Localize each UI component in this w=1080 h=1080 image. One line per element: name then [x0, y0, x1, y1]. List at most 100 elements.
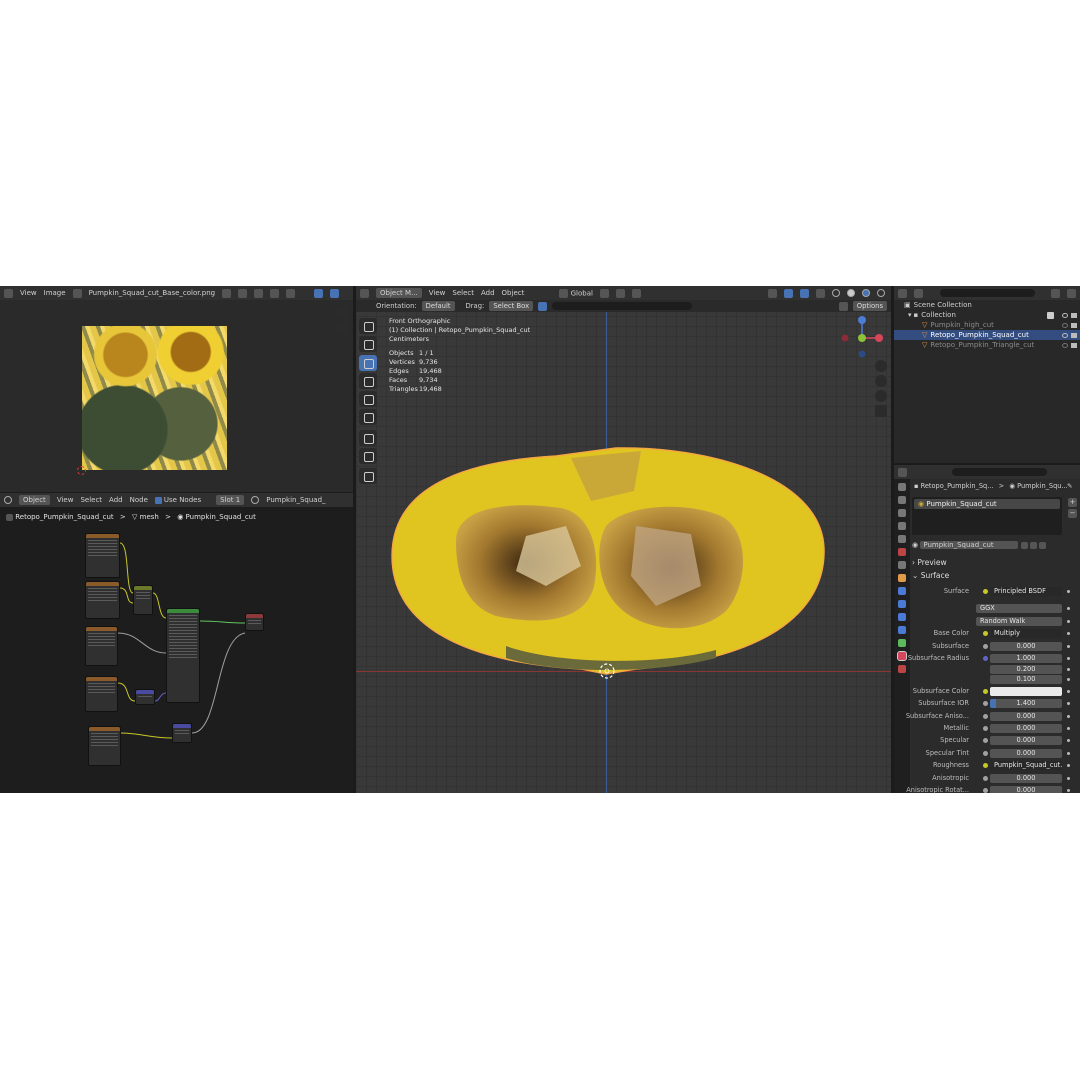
eye-icon[interactable]: [1062, 312, 1068, 318]
view-layer-tab-icon[interactable]: [898, 522, 906, 530]
keyframe-dot-icon[interactable]: [1067, 607, 1070, 610]
property-number-field[interactable]: 0.000: [990, 774, 1062, 783]
property-dropdown[interactable]: Multiply: [990, 629, 1062, 638]
scene-tab-icon[interactable]: [898, 535, 906, 543]
image-name[interactable]: Pumpkin_Squad_cut_Base_color.png: [89, 289, 216, 297]
socket-icon[interactable]: [983, 738, 988, 743]
image-texture-node[interactable]: [85, 626, 118, 666]
cursor-2d-icon[interactable]: [77, 466, 86, 475]
eye-closed-icon[interactable]: [1062, 322, 1068, 328]
camera-icon[interactable]: [1071, 322, 1077, 328]
pumpkin-mesh[interactable]: [356, 286, 891, 793]
property-number-field[interactable]: 0.000: [990, 749, 1062, 758]
navigation-gizmo[interactable]: [837, 314, 887, 364]
keyframe-dot-icon[interactable]: [1067, 702, 1070, 705]
image-browse-icon[interactable]: [72, 288, 82, 298]
editor-type-icon[interactable]: [4, 288, 13, 298]
outliner-object-row[interactable]: ▽ Pumpkin_high_cut: [894, 320, 1080, 330]
menu-image[interactable]: Image: [44, 289, 66, 297]
outliner-search-field[interactable]: [940, 289, 1035, 297]
fake-user-icon[interactable]: [222, 288, 232, 298]
tool-tab-icon[interactable]: [898, 483, 906, 491]
socket-icon[interactable]: [983, 788, 988, 793]
material-output-node[interactable]: [245, 613, 264, 631]
keyframe-dot-icon[interactable]: [1067, 590, 1070, 593]
uv-sync-icon[interactable]: [314, 288, 323, 298]
keyframe-dot-icon[interactable]: [1067, 739, 1070, 742]
socket-icon[interactable]: [983, 644, 988, 649]
duplicate-icon[interactable]: [1029, 541, 1037, 549]
close-icon[interactable]: [270, 288, 280, 298]
keyframe-dot-icon[interactable]: [1067, 620, 1070, 623]
properties-search-field[interactable]: [952, 468, 1047, 476]
property-number-field[interactable]: 0.000: [990, 712, 1062, 721]
socket-icon[interactable]: [983, 763, 988, 768]
property-number-field[interactable]: 0.000: [990, 642, 1062, 651]
camera-icon[interactable]: [1071, 332, 1077, 338]
socket-icon[interactable]: [983, 689, 988, 694]
pin-icon[interactable]: ✎: [1067, 482, 1073, 490]
property-dropdown[interactable]: Principled BSDF: [990, 587, 1062, 596]
surface-panel-header[interactable]: ⌄ Surface: [912, 571, 949, 580]
output-tab-icon[interactable]: [898, 509, 906, 517]
principled-bsdf-node[interactable]: [166, 608, 200, 703]
camera-icon[interactable]: [1071, 342, 1077, 348]
material-slot-item[interactable]: ◉ Pumpkin_Squad_cut: [914, 499, 1060, 509]
keyframe-dot-icon[interactable]: [1067, 764, 1070, 767]
property-dropdown[interactable]: Random Walk: [976, 617, 1062, 626]
normal-map-node[interactable]: [135, 689, 155, 705]
keyframe-dot-icon[interactable]: [1067, 678, 1070, 681]
add-slot-button[interactable]: +: [1068, 498, 1077, 507]
collection-tab-icon[interactable]: [898, 561, 906, 569]
zoom-icon[interactable]: [875, 360, 887, 372]
mix-node[interactable]: [133, 585, 153, 615]
outliner-object-row[interactable]: ▽ Retopo_Pumpkin_Triangle_cut: [894, 340, 1080, 350]
image-texture-node[interactable]: [85, 533, 120, 578]
pin-icon[interactable]: [286, 288, 296, 298]
property-dropdown[interactable]: Pumpkin_Squad_cut...: [990, 761, 1062, 770]
object-tab-icon[interactable]: [898, 574, 906, 582]
material-browse-icon[interactable]: ◉: [912, 541, 918, 549]
bump-node[interactable]: [172, 723, 192, 743]
property-number-field[interactable]: 1.400: [990, 699, 1062, 708]
socket-icon[interactable]: [983, 701, 988, 706]
property-number-field[interactable]: 0.100: [990, 675, 1062, 684]
eye-icon[interactable]: [1062, 332, 1068, 338]
preview-panel-header[interactable]: › Preview: [912, 558, 947, 567]
image-texture-node[interactable]: [85, 581, 120, 619]
keyframe-dot-icon[interactable]: [1067, 777, 1070, 780]
keyframe-dot-icon[interactable]: [1067, 690, 1070, 693]
material-name-field[interactable]: Pumpkin_Squad_cut: [920, 541, 1019, 549]
keyframe-dot-icon[interactable]: [1067, 752, 1070, 755]
keyframe-dot-icon[interactable]: [1067, 727, 1070, 730]
zoom-icon[interactable]: [337, 306, 349, 318]
keyframe-dot-icon[interactable]: [1067, 668, 1070, 671]
editor-type-icon[interactable]: [898, 288, 907, 298]
socket-icon[interactable]: [983, 631, 988, 636]
fake-user-icon[interactable]: [1020, 541, 1028, 549]
socket-icon[interactable]: [983, 589, 988, 594]
color-swatch[interactable]: [990, 687, 1062, 696]
filter-icon[interactable]: [1051, 288, 1060, 298]
property-number-field[interactable]: 0.000: [990, 736, 1062, 745]
camera-icon[interactable]: [1071, 312, 1077, 318]
socket-icon[interactable]: [983, 656, 988, 661]
eye-closed-icon[interactable]: [1062, 342, 1068, 348]
editor-type-icon[interactable]: [898, 467, 907, 477]
render-tab-icon[interactable]: [898, 496, 906, 504]
socket-icon[interactable]: [983, 751, 988, 756]
material-slot-list[interactable]: ◉ Pumpkin_Squad_cut: [912, 497, 1062, 535]
camera-icon[interactable]: [875, 390, 887, 402]
new-image-icon[interactable]: [238, 288, 248, 298]
image-texture-node[interactable]: [85, 676, 118, 712]
unlink-icon[interactable]: [1039, 541, 1047, 549]
grid-icon[interactable]: [875, 405, 887, 417]
socket-icon[interactable]: [983, 714, 988, 719]
image-texture-node[interactable]: [88, 726, 121, 766]
property-number-field[interactable]: 0.000: [990, 724, 1062, 733]
material-datablock[interactable]: ◉ Pumpkin_Squad_cut: [912, 541, 1072, 551]
new-collection-icon[interactable]: [1067, 288, 1076, 298]
outliner-object-row-selected[interactable]: ▽ Retopo_Pumpkin_Squad_cut: [894, 330, 1080, 340]
open-image-icon[interactable]: [254, 288, 264, 298]
socket-icon[interactable]: [983, 776, 988, 781]
